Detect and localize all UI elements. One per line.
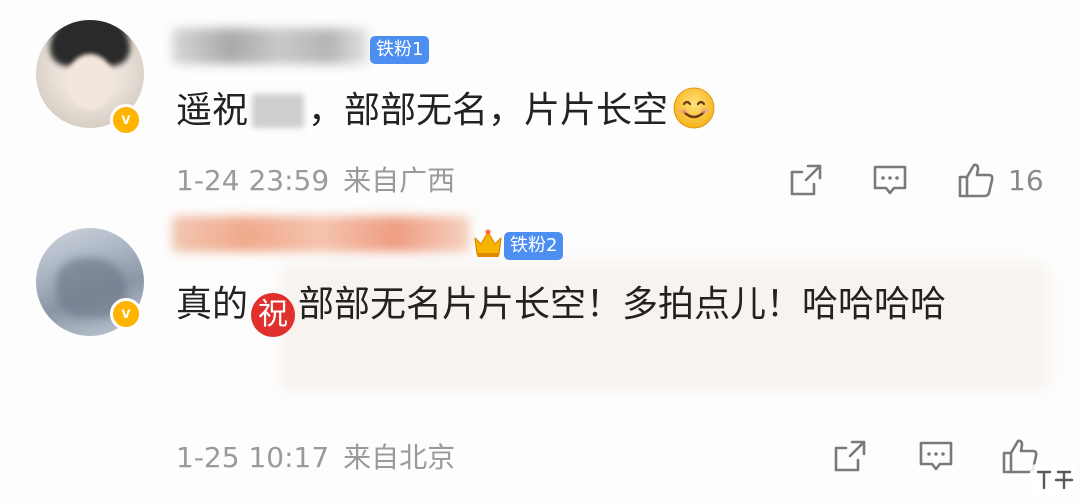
v-badge-icon: v — [110, 104, 142, 136]
share-icon[interactable] — [830, 436, 870, 476]
comment-item: v 铁粉1 遥祝 ，部部无名，片片长空 1-24 23:59 来自广西 16 — [0, 0, 1080, 210]
smile-emoji-icon — [673, 87, 715, 129]
comment-text: 遥祝 ，部部无名，片片长空 — [176, 84, 716, 138]
comment-meta: 1-24 23:59 来自广西 — [176, 163, 455, 199]
comment-text-part: 部部无名片片长空！多拍点儿！哈哈哈哈 — [298, 284, 947, 325]
comment-text-part: 真的 — [176, 284, 249, 325]
comment-icon[interactable] — [870, 160, 910, 200]
zhu-emoji-icon: 祝 — [251, 293, 296, 337]
location: 来自广西 — [343, 164, 456, 197]
share-icon[interactable] — [786, 160, 826, 200]
username-redacted[interactable] — [172, 28, 368, 64]
username-redacted[interactable] — [172, 216, 470, 252]
crown-icon — [474, 229, 502, 257]
fan-badge[interactable]: 铁粉2 — [504, 232, 564, 260]
comment-meta: 1-25 10:17 来自北京 — [176, 440, 455, 476]
like-icon[interactable] — [956, 160, 996, 200]
watermark-logo-icon — [1030, 464, 1078, 494]
v-badge-icon: v — [110, 298, 142, 330]
fan-badge[interactable]: 铁粉1 — [370, 36, 430, 64]
comment-text-part: 遥祝 — [176, 90, 249, 131]
comment-text-part: ，部部无名，片片长空 — [308, 90, 669, 131]
comment-icon[interactable] — [916, 436, 956, 476]
like-count: 16 — [1008, 164, 1044, 197]
timestamp: 1-24 23:59 — [176, 164, 330, 197]
location: 来自北京 — [343, 441, 456, 474]
comment-list: v 铁粉1 遥祝 ，部部无名，片片长空 1-24 23:59 来自广西 16 v… — [0, 0, 1080, 503]
timestamp: 1-25 10:17 — [176, 441, 330, 474]
avatar-face — [66, 54, 114, 110]
comment-text: 真的祝部部无名片片长空！多拍点儿！哈哈哈哈 — [176, 278, 1056, 337]
redacted-name — [252, 94, 305, 128]
